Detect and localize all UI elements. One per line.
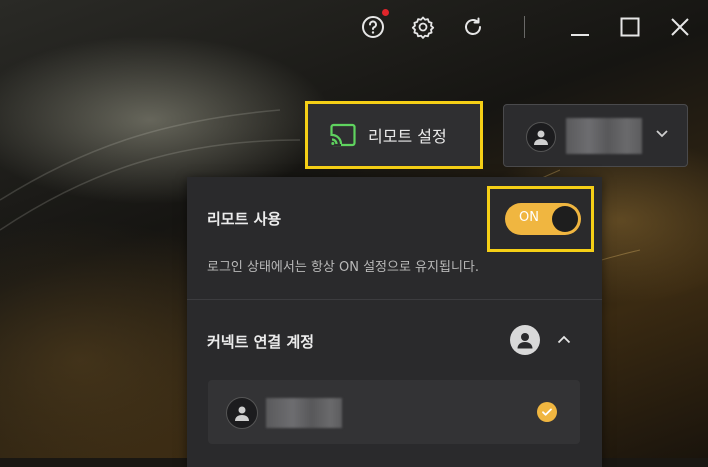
titlebar-separator xyxy=(524,16,525,38)
maximize-icon[interactable] xyxy=(617,14,643,40)
user-icon xyxy=(226,397,258,429)
account-name-redacted xyxy=(266,398,342,428)
remote-use-description: 로그인 상태에서는 항상 ON 설정으로 유지됩니다. xyxy=(207,260,479,275)
account-name-redacted xyxy=(566,118,642,154)
help-icon[interactable] xyxy=(360,14,386,40)
panel-divider xyxy=(187,299,602,300)
connected-account-item[interactable] xyxy=(208,380,580,444)
user-icon xyxy=(526,122,556,152)
user-icon xyxy=(510,325,540,355)
check-icon xyxy=(537,402,557,422)
close-icon[interactable] xyxy=(667,14,693,40)
connect-accounts-title: 커넥트 연결 계정 xyxy=(207,333,315,351)
notification-dot xyxy=(382,9,389,16)
chevron-down-icon xyxy=(656,130,668,138)
minimize-icon[interactable] xyxy=(567,14,593,40)
settings-icon[interactable] xyxy=(410,14,436,40)
cast-icon xyxy=(330,123,356,147)
remote-settings-label: 리모트 설정 xyxy=(368,127,447,146)
remote-use-toggle[interactable]: ON xyxy=(505,203,581,235)
remote-use-title: 리모트 사용 xyxy=(207,210,282,228)
chevron-up-icon[interactable] xyxy=(555,331,573,349)
remote-settings-button[interactable]: 리모트 설정 xyxy=(305,101,483,169)
toggle-knob xyxy=(552,206,578,232)
toggle-label: ON xyxy=(519,210,539,225)
account-dropdown-button[interactable] xyxy=(503,104,688,167)
refresh-icon[interactable] xyxy=(460,14,486,40)
